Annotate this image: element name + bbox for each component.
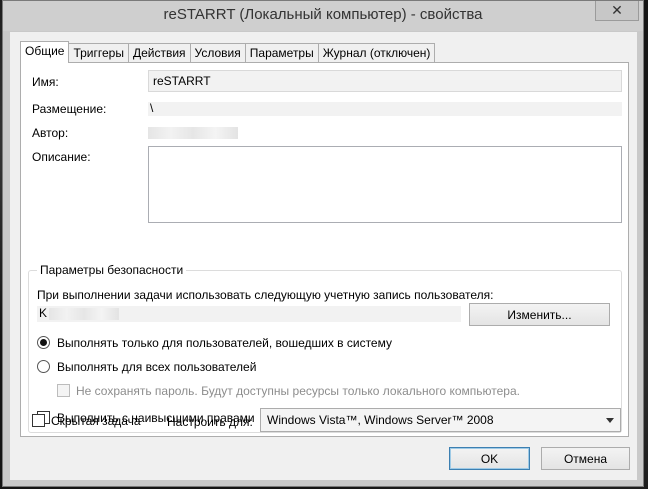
name-field[interactable]: reSTARRT: [148, 70, 622, 92]
location-label: Размещение:: [32, 102, 107, 116]
ok-button[interactable]: OK: [449, 447, 530, 470]
location-field: \: [148, 101, 622, 116]
tab-strip: Общие Триггеры Действия Условия Параметр…: [20, 41, 436, 63]
hidden-task-checkbox[interactable]: [32, 414, 45, 427]
configure-for-label: Настроить для:: [167, 415, 253, 429]
window-title: reSTARRT (Локальный компьютер) - свойств…: [163, 6, 483, 23]
close-icon: ✕: [611, 2, 623, 18]
do-not-store-password-label: Не сохранять пароль. Будут доступны ресу…: [76, 384, 520, 398]
title-bar: reSTARRT (Локальный компьютер) - свойств…: [3, 1, 643, 31]
user-account-field: K: [37, 306, 461, 322]
general-tab-panel: Имя: reSTARRT Размещение: \ Автор: Описа…: [20, 62, 629, 437]
run-all-users-label[interactable]: Выполнять для всех пользователей: [57, 360, 256, 374]
author-label: Автор:: [32, 126, 69, 140]
tab-general[interactable]: Общие: [20, 41, 70, 63]
security-group-title: Параметры безопасности: [37, 263, 187, 277]
location-value: \: [150, 101, 154, 115]
tab-triggers[interactable]: Триггеры: [68, 43, 129, 63]
tab-settings[interactable]: Параметры: [244, 43, 319, 63]
do-not-store-password-checkbox[interactable]: [57, 384, 70, 397]
tab-actions[interactable]: Действия: [127, 43, 191, 63]
configure-for-dropdown[interactable]: Windows Vista™, Windows Server™ 2008: [260, 408, 621, 432]
description-label: Описание:: [32, 150, 91, 164]
task-properties-dialog: reSTARRT (Локальный компьютер) - свойств…: [2, 0, 644, 487]
description-textarea[interactable]: [148, 146, 622, 223]
account-prompt: При выполнении задачи использовать следу…: [37, 288, 494, 302]
author-value-redacted: [148, 127, 238, 139]
name-label: Имя:: [32, 75, 59, 89]
cancel-button[interactable]: Отмена: [541, 447, 630, 470]
chevron-down-icon: [606, 418, 614, 423]
hidden-task-label[interactable]: Скрытая задача: [51, 414, 141, 428]
user-account-redacted: [49, 308, 119, 320]
run-only-logged-on-label[interactable]: Выполнять только для пользователей, воше…: [57, 336, 392, 350]
configure-for-value: Windows Vista™, Windows Server™ 2008: [267, 413, 494, 427]
run-all-users-radio[interactable]: [37, 360, 50, 373]
tab-history[interactable]: Журнал (отключен): [317, 43, 436, 63]
user-account-value: K: [39, 306, 48, 320]
change-user-button[interactable]: Изменить...: [469, 303, 610, 326]
dialog-client-area: Общие Триггеры Действия Условия Параметр…: [10, 32, 637, 480]
tab-conditions[interactable]: Условия: [189, 43, 246, 63]
close-button[interactable]: ✕: [595, 1, 639, 21]
run-only-logged-on-radio[interactable]: [37, 336, 50, 349]
